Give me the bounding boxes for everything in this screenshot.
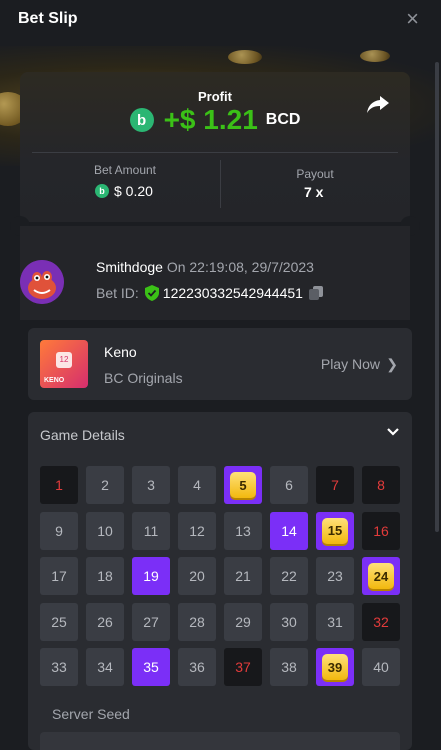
- keno-cell-7: 7: [316, 466, 354, 504]
- keno-cell-10: 10: [86, 511, 124, 550]
- coin-decoration: [228, 50, 262, 64]
- server-seed-label: Server Seed: [52, 706, 130, 722]
- avatar[interactable]: [20, 260, 64, 304]
- keno-cell-35: 35: [132, 648, 170, 686]
- game-details-title[interactable]: Game Details: [40, 427, 125, 443]
- bcd-coin-icon: b: [95, 184, 109, 198]
- share-icon[interactable]: [366, 94, 390, 114]
- game-thumbnail: 12 KENO: [40, 340, 88, 388]
- keno-cell-28: 28: [178, 602, 216, 641]
- keno-cell-38: 38: [270, 648, 308, 686]
- profit-row: b +$ 1.21 BCD: [20, 104, 410, 136]
- hit-gem: 39: [322, 654, 348, 680]
- thumb-label: KENO: [44, 377, 65, 384]
- payout-label: Payout: [296, 167, 334, 181]
- keno-cell-9: 9: [40, 511, 78, 550]
- keno-cell-14: 14: [270, 511, 308, 550]
- bet-slip-title: Bet Slip: [18, 10, 78, 27]
- game-provider: BC Originals: [104, 370, 183, 386]
- keno-cell-34: 34: [86, 648, 124, 686]
- payout-text: 7 x: [304, 184, 324, 200]
- hit-gem: 24: [368, 563, 394, 589]
- keno-cell-25: 25: [40, 602, 78, 641]
- keno-cell-31: 31: [316, 602, 354, 641]
- keno-cell-5: 5: [224, 466, 262, 504]
- keno-cell-24: 24: [362, 557, 400, 595]
- avatar-image: [20, 260, 64, 304]
- keno-cell-16: 16: [362, 511, 400, 550]
- keno-cell-6: 6: [270, 466, 308, 504]
- verified-shield-icon: [144, 285, 159, 301]
- bet-time: On 22:19:08, 29/7/2023: [166, 259, 314, 275]
- keno-cell-22: 22: [270, 557, 308, 595]
- bet-id-value: 122230332542944451: [162, 285, 303, 301]
- thumb-tile: 12: [56, 352, 72, 368]
- bet-amount-label: Bet Amount: [93, 163, 157, 177]
- bet-amount-value: b $ 0.20: [95, 183, 153, 199]
- keno-cell-40: 40: [362, 648, 400, 686]
- keno-cell-13: 13: [224, 511, 262, 550]
- copy-icon[interactable]: [308, 286, 323, 300]
- keno-cell-4: 4: [178, 466, 216, 504]
- keno-cell-17: 17: [40, 557, 78, 595]
- bcd-coin-icon: b: [129, 108, 154, 132]
- game-name: Keno: [104, 344, 137, 360]
- divider: [220, 160, 221, 208]
- divider: [32, 152, 398, 153]
- game-card[interactable]: 12 KENO Keno BC Originals Play Now ❯: [28, 328, 412, 400]
- keno-cell-23: 23: [316, 557, 354, 595]
- keno-cell-8: 8: [362, 466, 400, 504]
- bet-id-label: Bet ID:: [96, 285, 139, 301]
- hit-gem: 5: [230, 472, 256, 498]
- close-icon[interactable]: ×: [406, 8, 419, 30]
- keno-cell-15: 15: [316, 511, 354, 550]
- keno-cell-12: 12: [178, 511, 216, 550]
- coin-decoration: [360, 50, 390, 62]
- keno-cell-36: 36: [178, 648, 216, 686]
- bet-amount-text: $ 0.20: [114, 183, 153, 199]
- keno-cell-19: 19: [132, 557, 170, 595]
- keno-cell-21: 21: [224, 557, 262, 595]
- chevron-right-icon[interactable]: ❯: [386, 356, 398, 373]
- bet-slip-header: Bet Slip ×: [0, 0, 441, 46]
- hit-gem: 15: [322, 517, 348, 544]
- keno-cell-2: 2: [86, 466, 124, 504]
- server-seed-field[interactable]: [40, 732, 400, 750]
- keno-cell-32: 32: [362, 602, 400, 641]
- profit-currency: BCD: [265, 111, 301, 128]
- scrollbar[interactable]: [435, 62, 439, 532]
- keno-cell-29: 29: [224, 602, 262, 641]
- keno-cell-39: 39: [316, 648, 354, 686]
- keno-cell-27: 27: [132, 602, 170, 641]
- payout-value: 7 x: [304, 184, 323, 200]
- keno-cell-37: 37: [224, 648, 262, 686]
- bet-id-row: Bet ID: 122230332542944451: [96, 285, 323, 301]
- profit-label: Profit: [198, 89, 232, 104]
- keno-cell-26: 26: [86, 602, 124, 641]
- chevron-down-icon[interactable]: [386, 425, 400, 439]
- keno-cell-33: 33: [40, 648, 78, 686]
- profit-value: +$ 1.21: [163, 104, 258, 135]
- keno-cell-11: 11: [132, 511, 170, 550]
- keno-cell-20: 20: [178, 557, 216, 595]
- username[interactable]: Smithdoge: [96, 259, 163, 275]
- keno-cell-18: 18: [86, 557, 124, 595]
- keno-cell-30: 30: [270, 602, 308, 641]
- game-details-panel: Game Details 1 2 3 4 5 6 7 8 9 10 11 12 13 14 15 16 17 18…: [28, 412, 412, 750]
- keno-cell-1: 1: [40, 466, 78, 504]
- result-card: Profit b +$ 1.21 BCD Bet Amount b $ 0.20…: [20, 72, 410, 222]
- play-now-button[interactable]: Play Now: [321, 356, 380, 372]
- username-line: Smithdoge On 22:19:08, 29/7/2023: [96, 259, 314, 275]
- keno-cell-3: 3: [132, 466, 170, 504]
